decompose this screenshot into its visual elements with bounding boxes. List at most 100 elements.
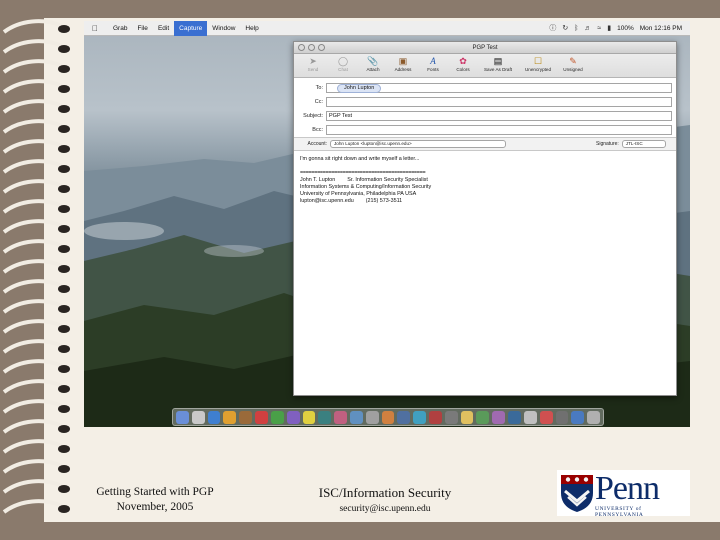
minimize-button[interactable] — [308, 44, 315, 51]
recipient-token[interactable]: John Lupton — [337, 83, 382, 93]
battery-icon[interactable]: ▮ — [607, 24, 611, 32]
dock-app-icon[interactable] — [191, 410, 205, 424]
save-draft-button[interactable]: ▤ Save As Draft — [478, 54, 518, 77]
dock — [172, 408, 604, 426]
dock-app-icon[interactable] — [318, 410, 332, 424]
to-label: To: — [315, 84, 323, 91]
dock-app-icon[interactable] — [539, 410, 553, 424]
fonts-button[interactable]: A Fonts — [418, 54, 448, 77]
menu-clock[interactable]: Mon 12:16 PM — [640, 25, 682, 32]
presentation-date: November, 2005 — [116, 501, 194, 513]
dock-app-icon[interactable] — [413, 410, 426, 424]
colors-button[interactable]: ✿ Colors — [448, 54, 478, 77]
sign-button[interactable]: ✎ Unsigned — [558, 54, 588, 77]
menu-extras: ⓘ ↻ ᛒ ♬ ≈ ▮ 100% Mon 12:16 PM — [549, 23, 690, 33]
menu-file[interactable]: File — [132, 21, 152, 36]
binding-ring — [2, 499, 70, 514]
binding-ring — [2, 59, 70, 74]
wifi-icon[interactable]: ≈ — [597, 25, 601, 32]
sync-icon[interactable]: ↻ — [562, 24, 568, 32]
menu-help[interactable]: Help — [240, 21, 263, 36]
binding-ring — [2, 359, 70, 374]
penn-shield-icon — [561, 475, 593, 512]
bcc-label: Bcc: — [312, 126, 323, 133]
dock-app-icon[interactable] — [508, 410, 521, 424]
color-wheel-icon: ✿ — [459, 56, 467, 66]
dock-app-icon[interactable] — [176, 410, 189, 424]
encrypt-button[interactable]: ☐ Unencrypted — [518, 54, 558, 77]
dock-app-icon[interactable] — [429, 410, 442, 424]
cc-label: Cc: — [314, 98, 323, 105]
dock-app-icon[interactable] — [207, 410, 221, 424]
menu-bar:  Grab File Edit Capture Window Help ⓘ ↻… — [84, 21, 690, 36]
send-button[interactable]: ➤ Send — [298, 54, 328, 77]
window-controls — [298, 44, 325, 51]
binding-ring — [2, 239, 70, 254]
penn-logo: Penn UNIVERSITY of PENNSYLVANIA — [557, 470, 690, 518]
address-book-icon: ▣ — [398, 56, 408, 66]
account-bar: Account: John Lupton <lupton@isc.upenn.e… — [294, 138, 676, 151]
attach-button[interactable]: 📎 Attach — [358, 54, 388, 77]
binding-ring — [2, 219, 70, 234]
spiral-binding — [2, 19, 70, 514]
menu-window[interactable]: Window — [207, 21, 240, 36]
unlock-icon: ☐ — [533, 56, 543, 66]
dock-app-icon[interactable] — [523, 410, 537, 424]
dock-app-icon[interactable] — [444, 410, 458, 424]
volume-icon[interactable]: ♬ — [584, 25, 591, 32]
menu-edit[interactable]: Edit — [153, 21, 174, 36]
dock-app-icon[interactable] — [571, 410, 585, 424]
department-name: ISC/Information Security — [318, 485, 452, 500]
signature-line: Information Systems & Computing/Informat… — [300, 184, 432, 190]
message-body[interactable]: I'm gonna sit right down and write mysel… — [294, 151, 676, 210]
dock-app-icon[interactable] — [365, 410, 379, 424]
dock-app-icon[interactable] — [223, 410, 237, 424]
dock-app-icon[interactable] — [381, 410, 395, 424]
dock-app-icon[interactable] — [255, 410, 268, 424]
binding-ring — [2, 379, 70, 394]
menu-capture[interactable]: Capture — [174, 21, 208, 36]
help-icon[interactable]: ⓘ — [549, 23, 556, 33]
cc-field[interactable] — [326, 96, 672, 107]
binding-ring — [2, 399, 70, 414]
close-button[interactable] — [298, 44, 305, 51]
dock-app-icon[interactable] — [460, 410, 474, 424]
apple-icon[interactable]:  — [90, 24, 100, 33]
window-titlebar[interactable]: PGP Test — [294, 42, 676, 54]
zoom-button[interactable] — [318, 44, 325, 51]
binding-ring — [2, 259, 70, 274]
presentation-title: Getting Started with PGP — [96, 486, 214, 498]
binding-ring — [2, 39, 70, 54]
compose-toolbar: ➤ Send ◯ Chat 📎 Attach ▣ Address A Fonts ✿ Col… — [294, 54, 676, 78]
chat-button[interactable]: ◯ Chat — [328, 54, 358, 77]
dock-app-icon[interactable] — [397, 410, 411, 424]
signature-label: Signature: — [596, 141, 619, 147]
dock-app-icon[interactable] — [239, 410, 253, 424]
dock-app-icon[interactable] — [302, 410, 316, 424]
binding-ring — [2, 479, 70, 494]
to-field[interactable]: John Lupton — [326, 82, 672, 93]
menu-grab[interactable]: Grab — [108, 21, 132, 36]
binding-ring — [2, 79, 70, 94]
subject-field[interactable]: PGP Test — [326, 110, 672, 121]
signature-select[interactable]: JTL-ISC — [621, 140, 666, 148]
subject-label: Subject: — [303, 112, 323, 119]
footer-center: ISC/Information Security security@isc.up… — [300, 484, 470, 516]
bcc-field[interactable] — [326, 124, 672, 135]
dock-app-icon[interactable] — [476, 410, 490, 424]
contact-email: security@isc.upenn.edu — [339, 504, 431, 514]
dock-app-icon[interactable] — [492, 410, 506, 424]
binding-ring — [2, 459, 70, 474]
dock-app-icon[interactable] — [286, 410, 300, 424]
account-select[interactable]: John Lupton <lupton@isc.upenn.edu> — [330, 140, 506, 148]
account-label: Account: — [307, 141, 327, 147]
address-button[interactable]: ▣ Address — [388, 54, 418, 77]
dock-app-icon[interactable] — [555, 410, 569, 424]
dock-app-icon[interactable] — [587, 410, 600, 424]
bluetooth-icon[interactable]: ᛒ — [574, 25, 578, 32]
signature-line: University of Pennsylvania, Philadelphia… — [300, 191, 417, 197]
dock-app-icon[interactable] — [270, 410, 284, 424]
compose-window: PGP Test ➤ Send ◯ Chat 📎 Attach ▣ Address AF… — [293, 41, 677, 396]
dock-app-icon[interactable] — [334, 410, 347, 424]
dock-app-icon[interactable] — [349, 410, 363, 424]
